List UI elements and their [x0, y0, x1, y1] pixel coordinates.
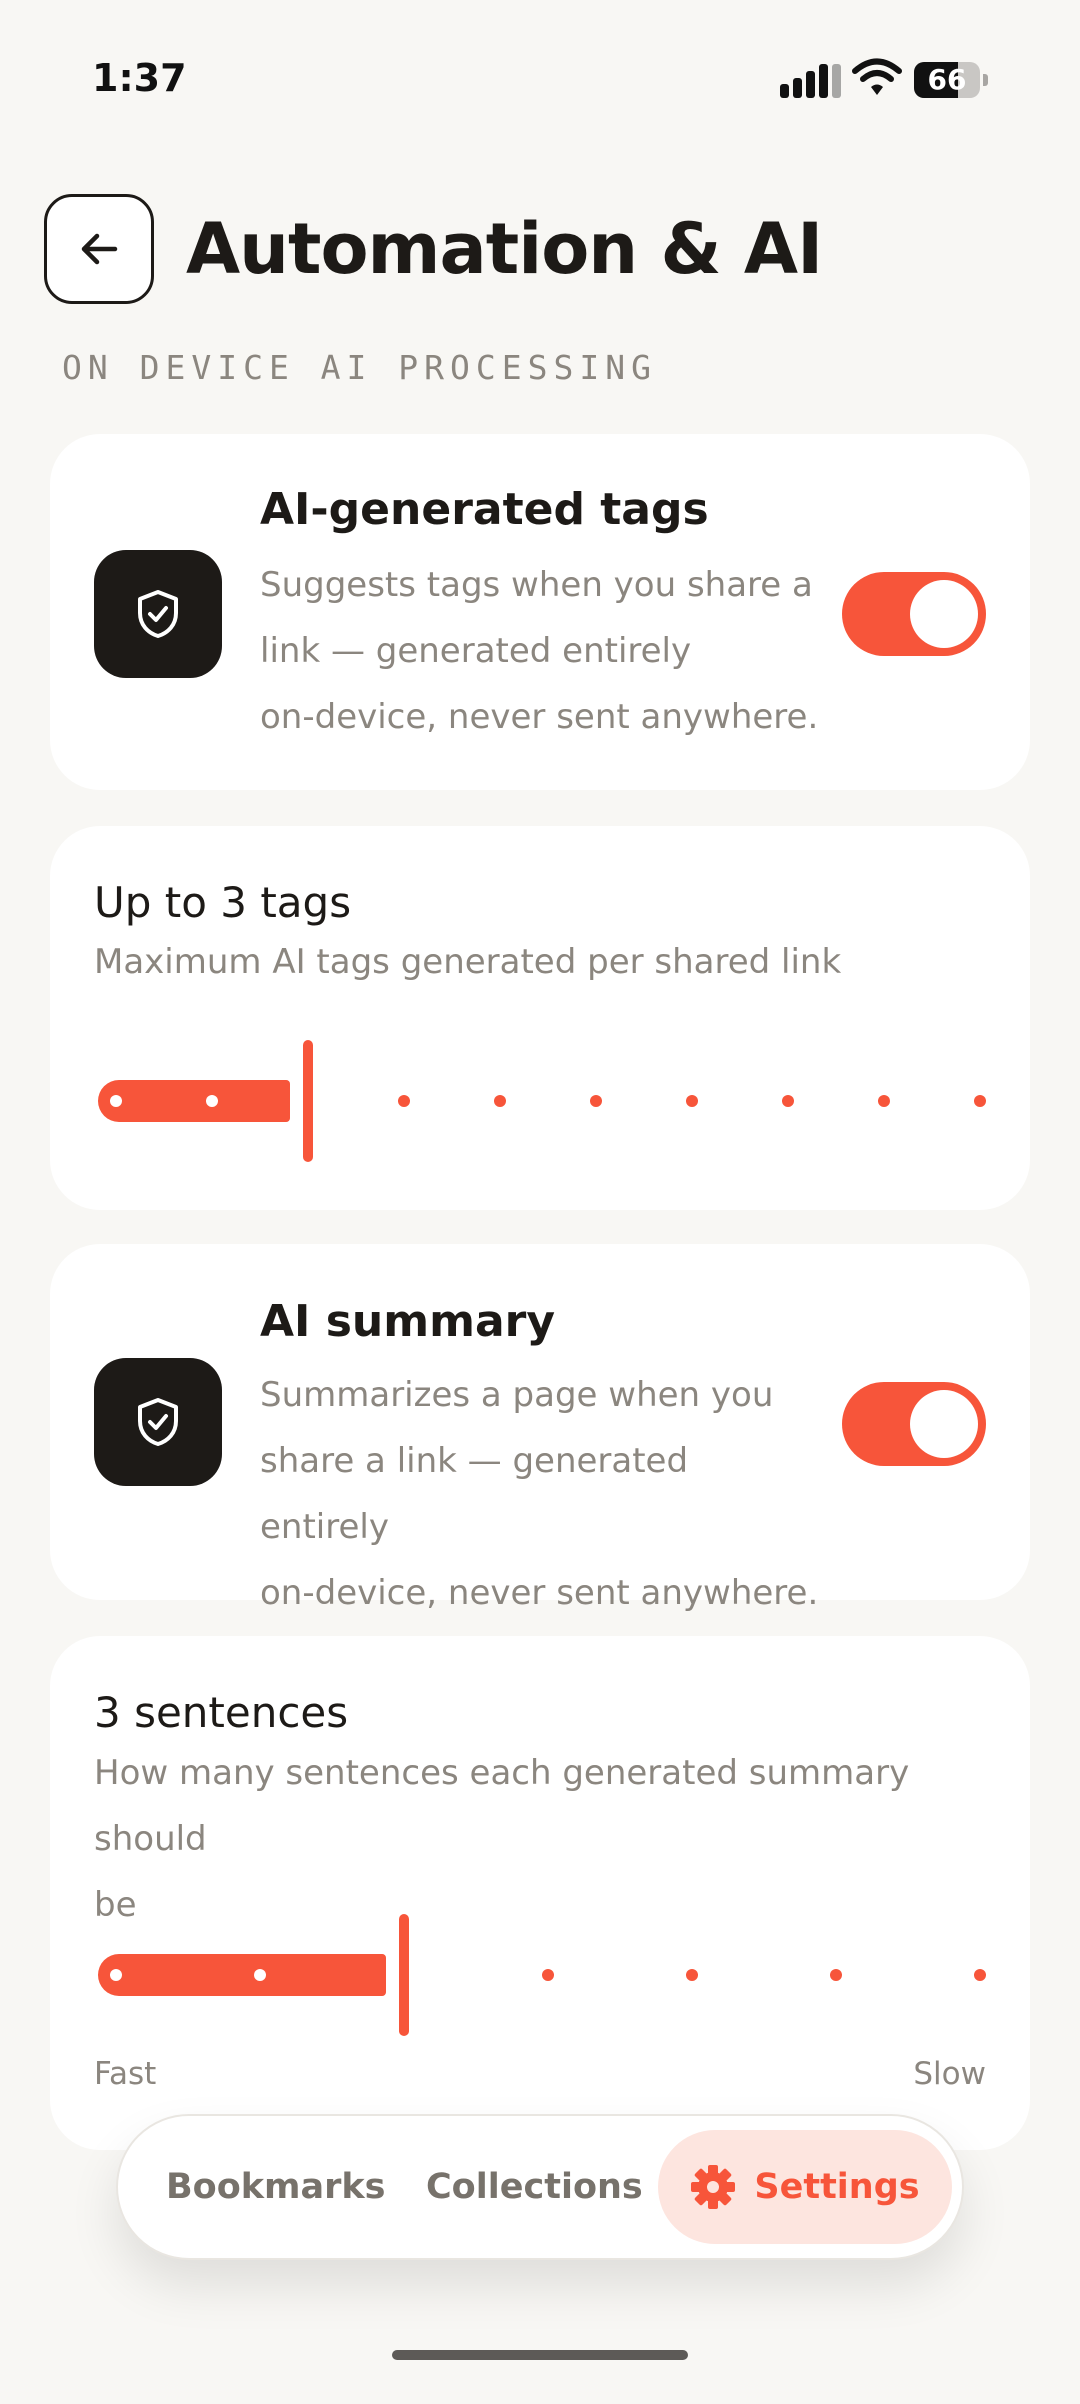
slider-fill	[98, 1080, 290, 1122]
slider-step-dot	[974, 1095, 986, 1107]
slider-thumb[interactable]	[303, 1040, 313, 1162]
section-label: ON DEVICE AI PROCESSING	[62, 348, 657, 387]
shield-check-icon	[94, 550, 222, 678]
back-button[interactable]	[44, 194, 154, 304]
ai-summary-title: AI summary	[260, 1296, 556, 1347]
summary-length-title: 3 sentences	[94, 1688, 349, 1737]
shield-check-icon	[94, 1358, 222, 1486]
screen: 1:37 66 Automation & AI ON DEVICE AI PRO…	[0, 0, 1080, 2404]
ai-tags-toggle[interactable]	[842, 572, 986, 656]
nav-settings[interactable]: Settings	[658, 2130, 952, 2244]
arrow-left-icon	[81, 233, 118, 265]
ai-tags-card: AI-generated tags Suggests tags when you…	[50, 434, 1030, 790]
slider-max-label: Slow	[913, 2056, 986, 2092]
nav-collections[interactable]: Collections	[426, 2116, 643, 2258]
slider-step-dot	[206, 1095, 218, 1107]
nav-settings-label: Settings	[754, 2167, 920, 2207]
page-title: Automation & AI	[186, 208, 823, 290]
toggle-knob	[910, 580, 978, 648]
slider-thumb[interactable]	[399, 1914, 409, 2036]
slider-step-dot	[830, 1969, 842, 1981]
tags-limit-slider[interactable]	[94, 1040, 986, 1170]
battery-icon: 66	[914, 62, 988, 98]
slider-step-dot	[878, 1095, 890, 1107]
slider-step-dot	[542, 1969, 554, 1981]
slider-step-dot	[686, 1095, 698, 1107]
home-indicator	[392, 2350, 688, 2360]
battery-percent: 66	[927, 63, 967, 96]
slider-step-dot	[974, 1969, 986, 1981]
bottom-nav: Bookmarks Collections Settings	[116, 2114, 964, 2260]
nav-bookmarks[interactable]: Bookmarks	[166, 2116, 386, 2258]
summary-length-description: How many sentences each generated summar…	[94, 1753, 910, 1925]
status-time: 1:37	[92, 56, 187, 100]
ai-summary-description: Summarizes a page when you share a link …	[260, 1375, 819, 1613]
tags-limit-card: Up to 3 tags Maximum AI tags generated p…	[50, 826, 1030, 1210]
wifi-icon	[852, 58, 902, 95]
status-bar: 1:37 66	[0, 0, 1080, 160]
slider-step-dot	[494, 1095, 506, 1107]
slider-step-dot	[590, 1095, 602, 1107]
slider-step-dot	[686, 1969, 698, 1981]
ai-summary-toggle[interactable]	[842, 1382, 986, 1466]
toggle-knob	[910, 1390, 978, 1458]
gear-icon	[691, 2165, 736, 2209]
slider-step-dot	[398, 1095, 410, 1107]
summary-length-slider[interactable]	[94, 1914, 986, 2044]
ai-summary-card: AI summary Summarizes a page when you sh…	[50, 1244, 1030, 1613]
slider-step-dot	[110, 1969, 122, 1981]
slider-fill	[98, 1954, 386, 1996]
slider-step-dot	[254, 1969, 266, 1981]
tags-limit-description: Maximum AI tags generated per shared lin…	[94, 942, 842, 982]
slider-step-dot	[110, 1095, 122, 1107]
tags-limit-title: Up to 3 tags	[94, 878, 352, 927]
slider-min-label: Fast	[94, 2056, 157, 2092]
ai-tags-description: Suggests tags when you share a link — ge…	[260, 565, 819, 737]
slider-step-dot	[782, 1095, 794, 1107]
cellular-signal-icon	[780, 62, 841, 98]
ai-tags-title: AI-generated tags	[260, 484, 709, 535]
summary-length-card: 3 sentences How many sentences each gene…	[50, 1636, 1030, 2150]
